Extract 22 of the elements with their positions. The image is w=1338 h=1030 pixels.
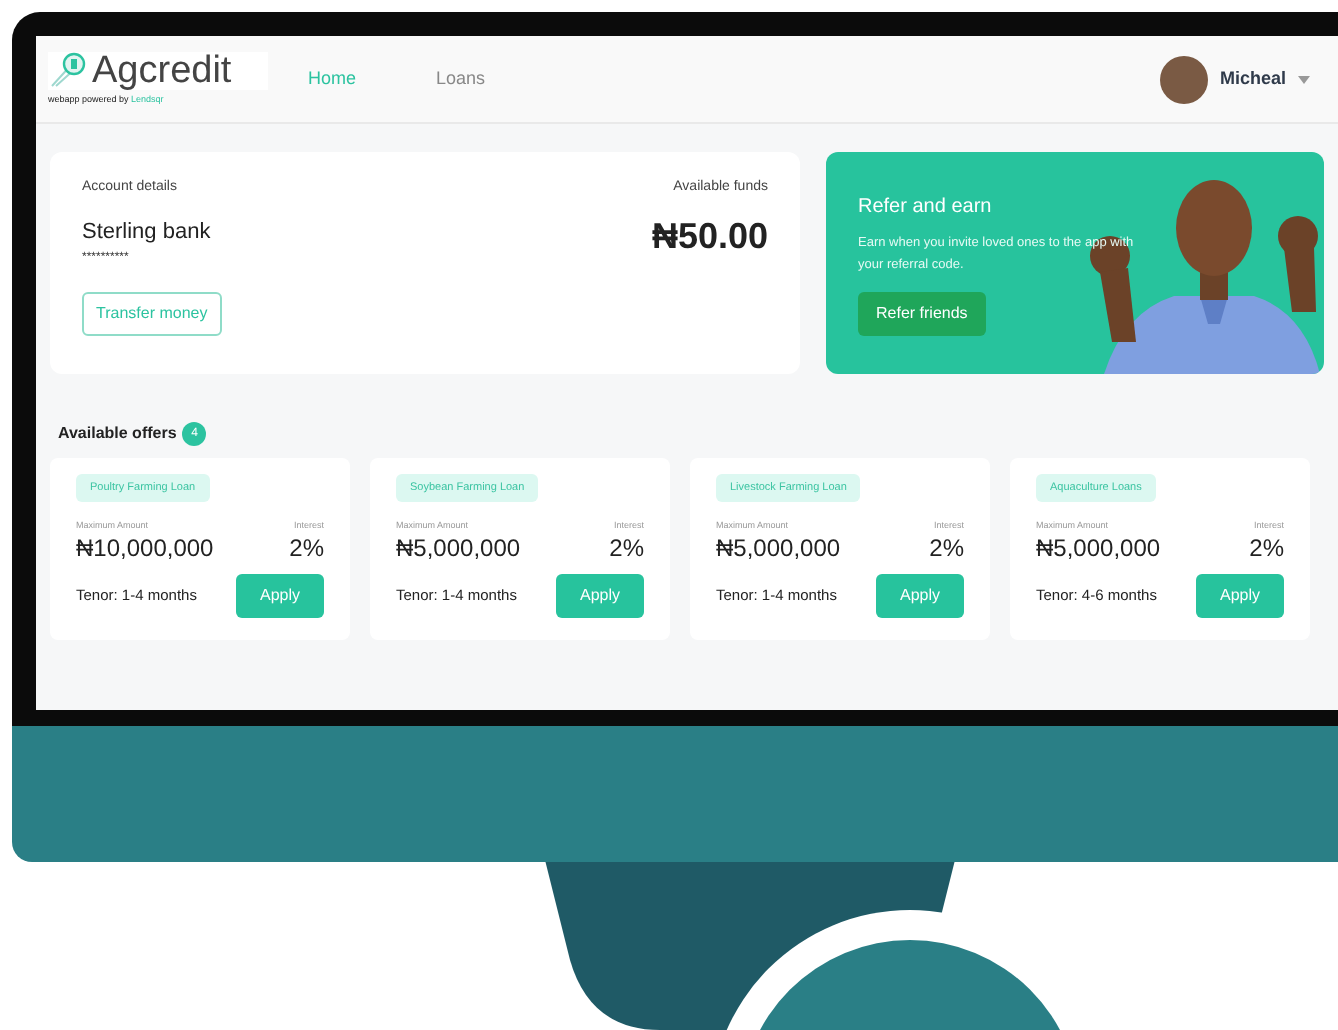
apply-button[interactable]: Apply (556, 574, 644, 618)
apply-button[interactable]: Apply (236, 574, 324, 618)
offers-title: Available offers (58, 422, 177, 446)
user-name[interactable]: Micheal (1219, 65, 1286, 93)
nav-link[interactable]: Loans (436, 65, 486, 93)
refer-friends-button[interactable]: Refer friends (858, 292, 986, 336)
interest-rate: 2% (929, 534, 964, 562)
interest-rate: 2% (1249, 534, 1284, 562)
logo-text: Agcredit (92, 51, 232, 90)
loan-amount: ₦5,000,000 (396, 534, 521, 562)
transfer-money-button[interactable]: Transfer money (82, 292, 222, 336)
loan-amount: ₦5,000,000 (716, 534, 841, 562)
refer-title: Refer and earn (858, 194, 992, 222)
bank-name: Sterling bank (82, 217, 211, 247)
loan-amount: ₦10,000,000 (76, 534, 214, 562)
nav-link[interactable]: Home (308, 65, 357, 93)
interest-rate: 2% (609, 534, 644, 562)
apply-button[interactable]: Apply (876, 574, 964, 618)
loan-amount: ₦5,000,000 (1036, 534, 1161, 562)
apply-button[interactable]: Apply (1196, 574, 1284, 618)
interest-rate: 2% (289, 534, 324, 562)
funds-amount: ₦50.00 (651, 213, 768, 259)
